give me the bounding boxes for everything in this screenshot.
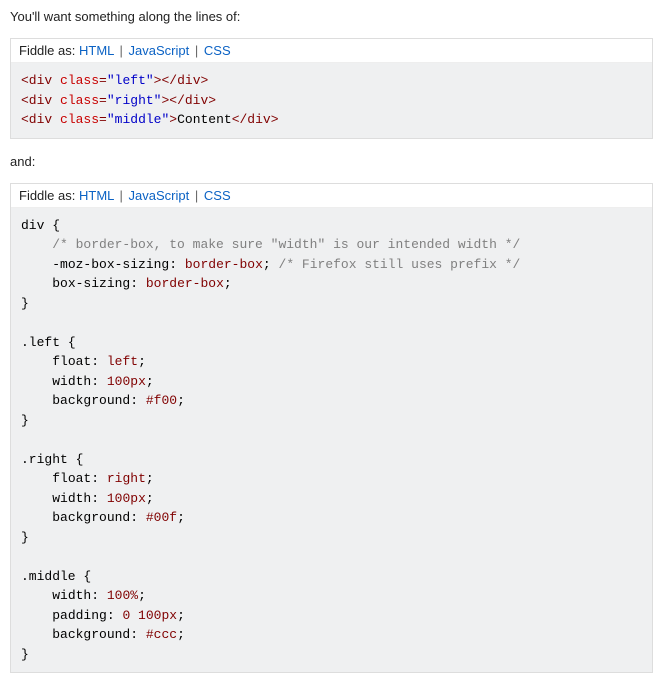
fiddle-label: Fiddle as:: [19, 188, 75, 203]
separator-icon: |: [118, 43, 125, 58]
fiddle-link-js[interactable]: JavaScript: [129, 43, 190, 58]
fiddle-link-css[interactable]: CSS: [204, 43, 231, 58]
fiddle-link-css[interactable]: CSS: [204, 188, 231, 203]
separator-icon: |: [193, 188, 200, 203]
intro-text: You'll want something along the lines of…: [10, 8, 653, 26]
fiddle-link-html[interactable]: HTML: [79, 43, 114, 58]
fiddle-label: Fiddle as:: [19, 43, 75, 58]
mid-text: and:: [10, 153, 653, 171]
fiddle-link-html[interactable]: HTML: [79, 188, 114, 203]
fiddle-block-2: Fiddle as: HTML | JavaScript | CSS div {…: [10, 183, 653, 674]
separator-icon: |: [118, 188, 125, 203]
fiddle-header-2: Fiddle as: HTML | JavaScript | CSS: [11, 184, 652, 208]
fiddle-link-js[interactable]: JavaScript: [129, 188, 190, 203]
fiddle-block-1: Fiddle as: HTML | JavaScript | CSS <div …: [10, 38, 653, 139]
separator-icon: |: [193, 43, 200, 58]
code-block-html: <div class="left"></div> <div class="rig…: [11, 63, 652, 138]
fiddle-header-1: Fiddle as: HTML | JavaScript | CSS: [11, 39, 652, 63]
code-block-css: div { /* border-box, to make sure "width…: [11, 208, 652, 673]
